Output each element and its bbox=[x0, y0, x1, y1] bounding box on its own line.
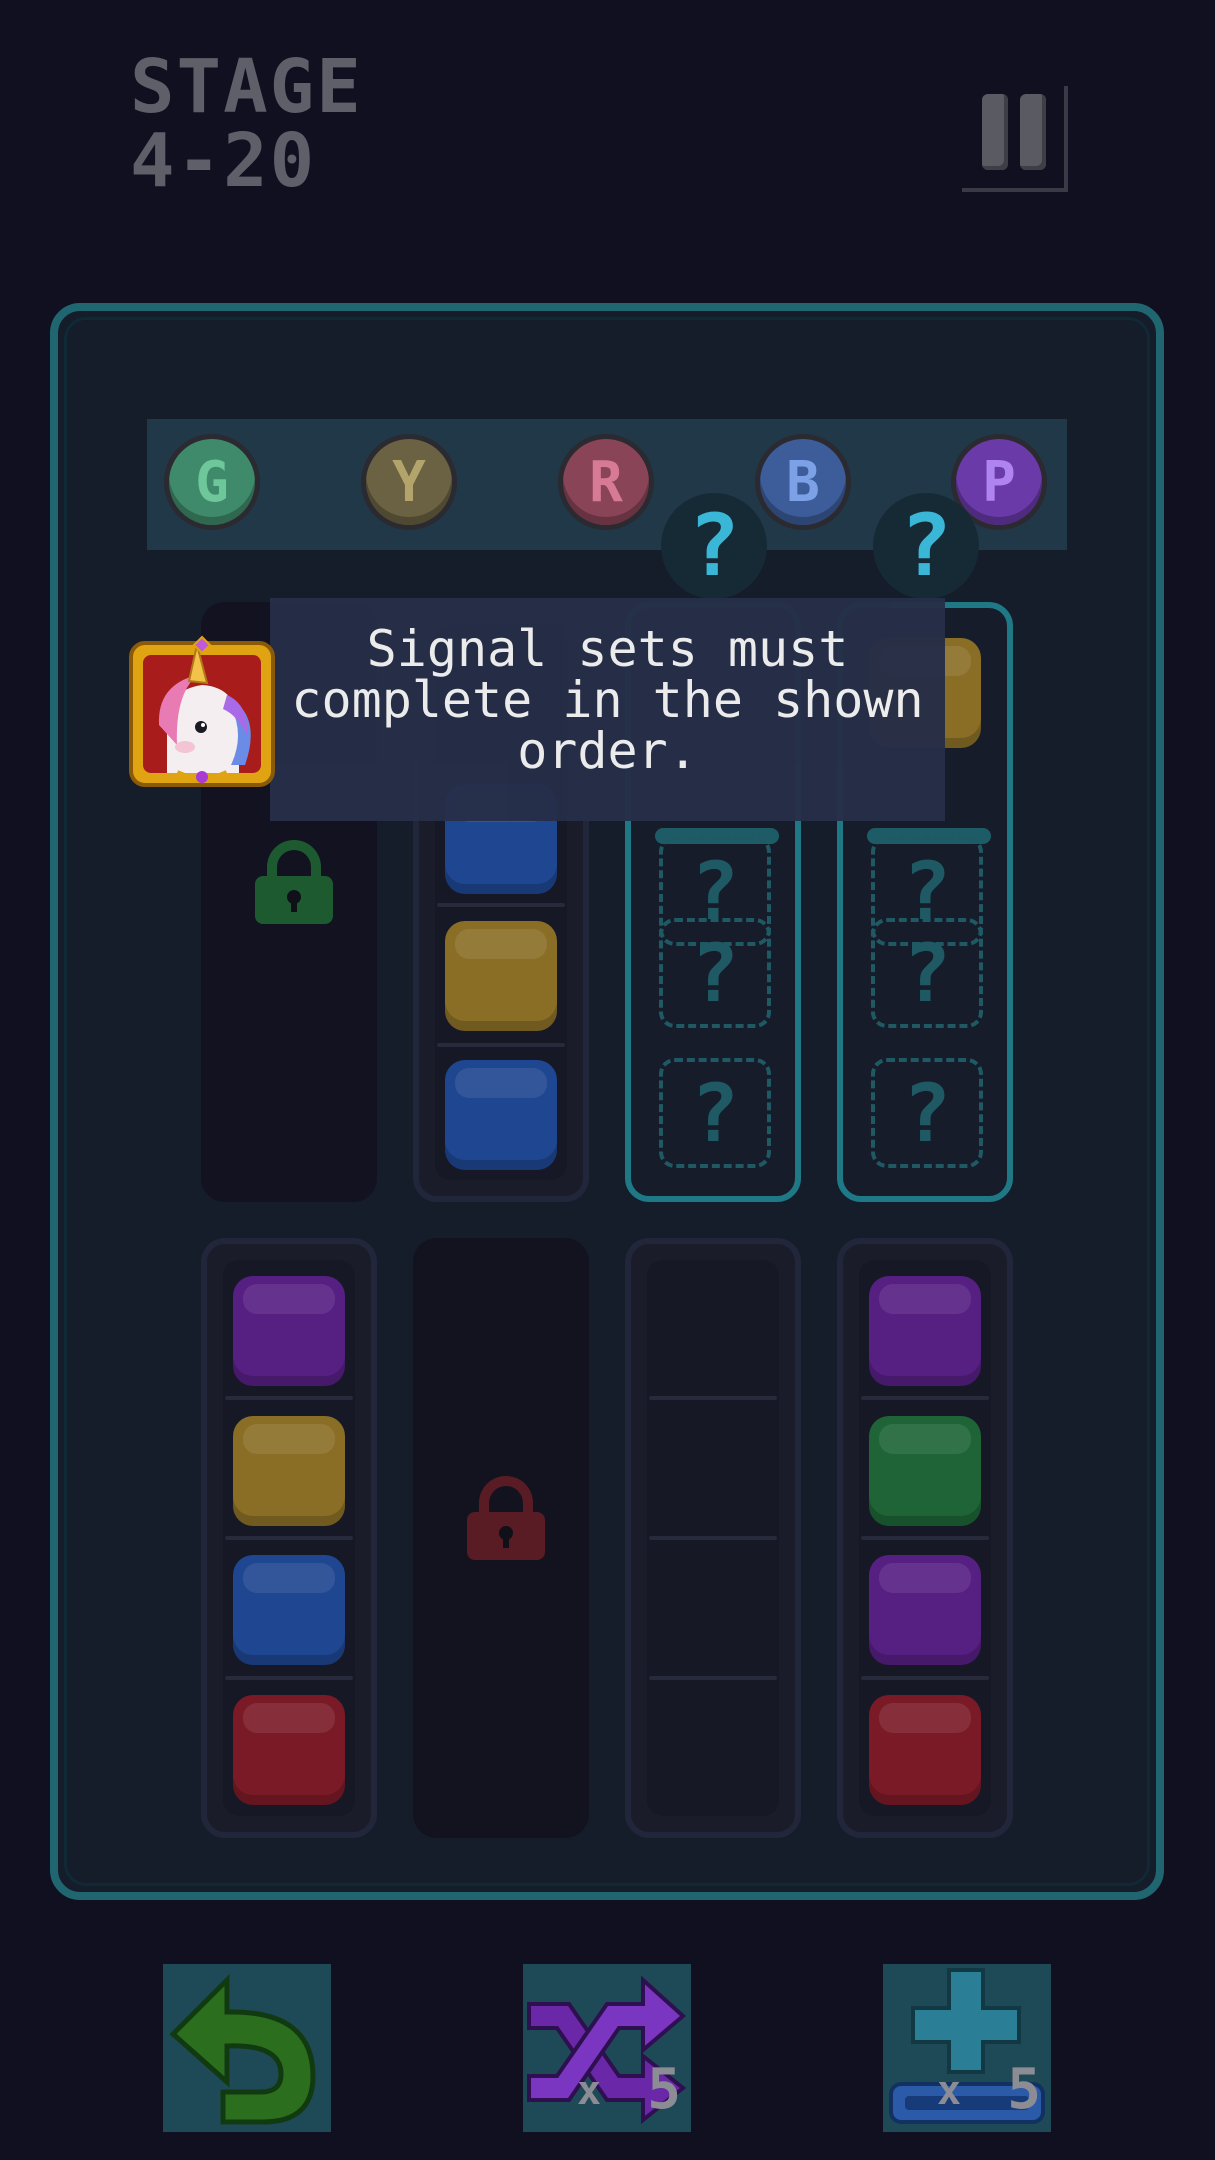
block-red[interactable] bbox=[869, 1695, 981, 1805]
stage-title: STAGE 4-20 bbox=[130, 50, 363, 198]
hint-text: Signal sets must complete in the shown o… bbox=[291, 620, 924, 780]
hidden-slot: ? bbox=[659, 1058, 771, 1168]
hidden-marker-icon: ? bbox=[873, 493, 979, 599]
signal-y: Y bbox=[361, 434, 457, 530]
stage-label: STAGE bbox=[130, 44, 363, 130]
hint-tooltip: Signal sets must complete in the shown o… bbox=[270, 598, 945, 821]
hidden-slot: ? bbox=[871, 1058, 983, 1168]
signal-g: G bbox=[164, 434, 260, 530]
block-blue[interactable] bbox=[233, 1555, 345, 1665]
multiplier-sign: x bbox=[577, 2068, 602, 2114]
undo-arrow-icon bbox=[169, 1973, 316, 2125]
multiplier-sign: x bbox=[937, 2068, 962, 2114]
tube-5[interactable] bbox=[201, 1238, 377, 1838]
unicorn-avatar-icon bbox=[127, 635, 277, 790]
hidden-marker-icon: ? bbox=[661, 493, 767, 599]
block-purple[interactable] bbox=[233, 1276, 345, 1386]
block-purple[interactable] bbox=[869, 1276, 981, 1386]
hidden-slot: ? bbox=[871, 918, 983, 1028]
signal-r: R bbox=[558, 434, 654, 530]
hidden-slot: ? bbox=[659, 918, 771, 1028]
tube-locked-red[interactable] bbox=[413, 1238, 589, 1838]
block-blue[interactable] bbox=[445, 1060, 557, 1170]
pause-button[interactable] bbox=[962, 86, 1068, 192]
add-tube-count: 5 bbox=[1007, 2057, 1041, 2122]
undo-button[interactable] bbox=[163, 1964, 331, 2132]
block-green[interactable] bbox=[869, 1416, 981, 1526]
block-red[interactable] bbox=[233, 1695, 345, 1805]
block-purple[interactable] bbox=[869, 1555, 981, 1665]
tube-8[interactable] bbox=[837, 1238, 1013, 1838]
add-tube-button[interactable]: x 5 bbox=[883, 1964, 1051, 2132]
stage-number: 4-20 bbox=[130, 118, 317, 204]
signal-b: B bbox=[755, 434, 851, 530]
tube-empty[interactable] bbox=[625, 1238, 801, 1838]
block-yellow[interactable] bbox=[445, 921, 557, 1031]
shuffle-button[interactable]: x 5 bbox=[523, 1964, 691, 2132]
shuffle-count: 5 bbox=[647, 2057, 681, 2122]
block-yellow[interactable] bbox=[233, 1416, 345, 1526]
